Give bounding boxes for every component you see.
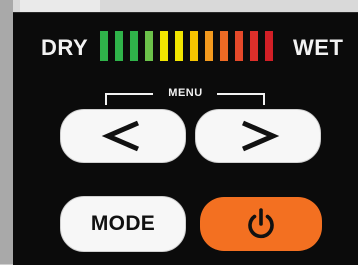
meter-bar bbox=[220, 31, 228, 61]
dry-label: DRY bbox=[41, 35, 89, 60]
meter-bar bbox=[100, 31, 108, 61]
control-panel: DRY WET MENU MODE bbox=[13, 12, 358, 265]
next-button[interactable] bbox=[195, 109, 321, 163]
mode-button[interactable]: MODE bbox=[60, 196, 186, 252]
meter-bar bbox=[145, 31, 153, 61]
meter-bar bbox=[265, 31, 273, 61]
menu-label: MENU bbox=[168, 87, 203, 99]
chevron-left-icon bbox=[101, 120, 139, 152]
meter-bar bbox=[235, 31, 243, 61]
power-icon bbox=[248, 208, 274, 239]
device-photo: DRY WET MENU MODE bbox=[0, 0, 358, 265]
left-edge bbox=[0, 0, 13, 264]
mode-label: MODE bbox=[90, 212, 156, 235]
power-button[interactable] bbox=[200, 197, 322, 251]
meter-bar bbox=[115, 31, 123, 61]
top-edge bbox=[0, 0, 358, 12]
prev-button[interactable] bbox=[60, 109, 186, 163]
meter-bar bbox=[250, 31, 258, 61]
meter-bar bbox=[175, 31, 183, 61]
wet-label: WET bbox=[293, 35, 344, 60]
meter-bar bbox=[205, 31, 213, 61]
meter-bar bbox=[160, 31, 168, 61]
moisture-meter bbox=[100, 31, 273, 61]
meter-bar bbox=[130, 31, 138, 61]
meter-bar bbox=[190, 31, 198, 61]
chevron-right-icon bbox=[242, 120, 280, 152]
